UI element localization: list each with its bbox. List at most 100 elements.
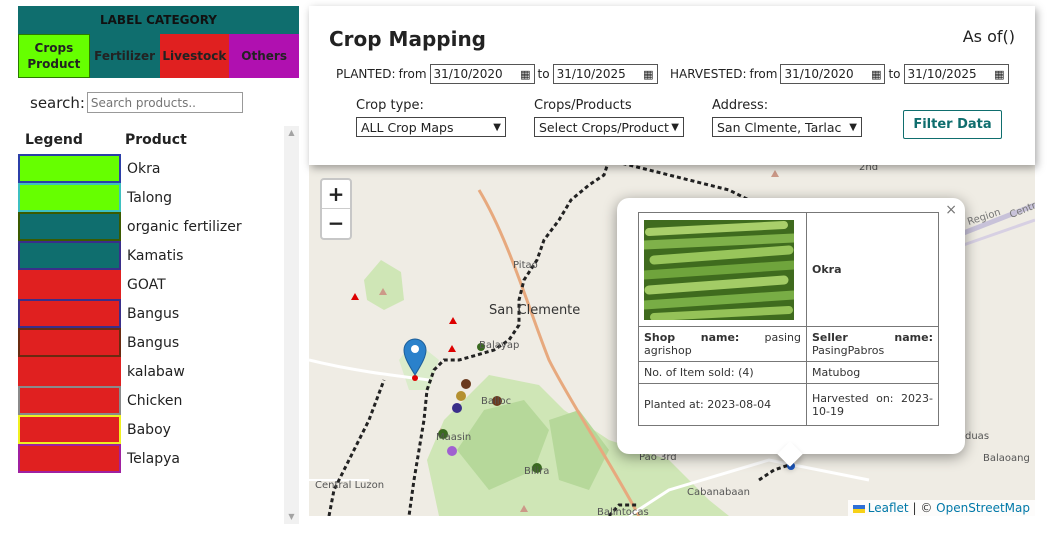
legend-swatch <box>18 415 121 444</box>
leaflet-link[interactable]: Leaflet <box>868 501 909 515</box>
harvested-to-input[interactable]: 31/10/2025 ▦ <box>903 64 1009 84</box>
legend-swatch <box>18 241 121 270</box>
map-label-cabanabaan: Cabanabaan <box>687 487 750 498</box>
scroll-up-icon[interactable]: ▲ <box>284 126 299 140</box>
crops-products-label: Crops/Products <box>534 98 632 113</box>
map-label-duas: duas <box>965 431 990 442</box>
legend-product-name: GOAT <box>127 276 166 293</box>
map-label-balaoang: Balaoang <box>983 453 1030 464</box>
legend-column-header: Legend <box>25 132 83 148</box>
legend-item[interactable]: Talong <box>18 183 284 212</box>
legend-swatch <box>18 328 121 357</box>
attribution-separator: | <box>912 501 917 515</box>
popup-shop: Shop name: pasing agrishop <box>638 326 807 362</box>
legend-product-name: Talong <box>127 189 173 206</box>
category-others[interactable]: Others <box>229 34 299 78</box>
legend-product-name: Telapya <box>127 450 181 467</box>
calendar-icon: ▦ <box>994 67 1005 81</box>
popup-seller-label: Seller name: <box>812 331 933 344</box>
ukraine-flag-icon <box>852 504 865 513</box>
legend-swatch <box>18 212 121 241</box>
map-zoom-control: + − <box>320 178 352 240</box>
crop-type-select[interactable]: ALL Crop Maps ▼ <box>356 117 506 137</box>
okra-image <box>644 219 794 320</box>
legend-item[interactable]: Baboy <box>18 415 284 444</box>
category-tabs: Crops Product Fertilizer Livestock Other… <box>18 34 299 78</box>
filter-data-button[interactable]: Filter Data <box>903 110 1002 139</box>
harvested-label: HARVESTED: <box>670 67 747 81</box>
legend-product-name: Bangus <box>127 305 180 322</box>
calendar-icon: ▦ <box>871 67 882 81</box>
planted-from-input[interactable]: 31/10/2020 ▦ <box>429 64 535 84</box>
search-row: search: <box>30 92 243 113</box>
map-label-balintocas: Balintocas <box>597 507 649 516</box>
address-label: Address: <box>712 98 769 113</box>
legend-product-name: Bangus <box>127 334 180 351</box>
planted-date-range: PLANTED: from 31/10/2020 ▦ to 31/10/2025 ▦ <box>336 64 658 84</box>
legend-item[interactable]: Telapya <box>18 444 284 473</box>
legend-swatch <box>18 444 121 473</box>
map-label-maasin: Maasin <box>436 432 472 443</box>
map-attribution: Leaflet | © OpenStreetMap <box>847 500 1035 516</box>
chevron-down-icon: ▼ <box>493 121 501 133</box>
popup-location: Matubog <box>806 361 939 384</box>
attribution-copyright: © <box>920 501 933 515</box>
calendar-icon: ▦ <box>643 67 654 81</box>
filter-card: Crop Mapping As of() PLANTED: from 31/10… <box>309 6 1035 165</box>
page-title: Crop Mapping <box>329 27 487 51</box>
scroll-down-icon[interactable]: ▼ <box>284 510 299 524</box>
crop-type-label: Crop type: <box>356 98 424 113</box>
harvested-date-range: HARVESTED: from 31/10/2020 ▦ to 31/10/202… <box>670 64 1009 84</box>
legend-item[interactable]: Bangus <box>18 299 284 328</box>
legend-scrollbar[interactable]: ▲ ▼ <box>284 126 299 524</box>
category-crops-product[interactable]: Crops Product <box>18 34 90 78</box>
calendar-icon: ▦ <box>520 67 531 81</box>
harvested-to-label: to <box>888 67 901 81</box>
legend-item[interactable]: Okra <box>18 154 284 183</box>
popup-close-icon[interactable]: × <box>945 202 957 218</box>
harvested-from-input[interactable]: 31/10/2020 ▦ <box>780 64 886 84</box>
search-label: search: <box>30 93 85 112</box>
popup-seller-value: PasingPabros <box>812 344 885 357</box>
popup-planted: Planted at: 2023-08-04 <box>638 383 807 426</box>
category-livestock[interactable]: Livestock <box>159 34 230 78</box>
legend-item[interactable]: kalabaw <box>18 357 284 386</box>
search-input[interactable] <box>86 92 243 113</box>
planted-to-input[interactable]: 31/10/2025 ▦ <box>552 64 658 84</box>
harvested-from-label: from <box>749 67 778 81</box>
legend-item[interactable]: Chicken <box>18 386 284 415</box>
planted-from-label: from <box>398 67 427 81</box>
product-popup: × Okra Shop name: pasing agrishop Seller… <box>617 198 965 467</box>
legend-swatch <box>18 270 121 299</box>
legend-product-name: Okra <box>127 160 161 177</box>
legend-swatch <box>18 183 121 212</box>
popup-items-sold: No. of Item sold: (4) <box>638 361 807 384</box>
popup-shop-label: Shop name: <box>644 331 740 344</box>
legend-product-name: organic fertilizer <box>127 218 242 235</box>
osm-link[interactable]: OpenStreetMap <box>936 501 1030 515</box>
legend-product-name: Chicken <box>127 392 183 409</box>
legend-item[interactable]: Kamatis <box>18 241 284 270</box>
legend-item[interactable]: Bangus <box>18 328 284 357</box>
legend-swatch <box>18 154 121 183</box>
legend-list: Okra Talong organic fertilizer Kamatis GOAT B… <box>18 154 284 473</box>
map-label-pitao: Pitao <box>513 260 538 271</box>
map-label-balayap: Balayap <box>479 340 520 351</box>
zoom-in-button[interactable]: + <box>322 180 350 209</box>
map-label-balloc: Balloc <box>481 396 512 407</box>
map-label-san-clemente: San Clemente <box>489 303 581 318</box>
map-label-central-luzon: Central Luzon <box>315 480 385 491</box>
crops-products-select[interactable]: Select Crops/Products ▼ <box>534 117 684 137</box>
legend-swatch <box>18 357 121 386</box>
product-column-header: Product <box>125 132 187 148</box>
legend-item[interactable]: GOAT <box>18 270 284 299</box>
planted-to-label: to <box>537 67 550 81</box>
zoom-out-button[interactable]: − <box>322 209 350 238</box>
popup-product-name: Okra <box>806 212 939 327</box>
popup-seller: Seller name: PasingPabros <box>806 326 939 362</box>
address-select[interactable]: San Clmente, Tarlac ▼ <box>712 117 862 137</box>
planted-label: PLANTED: <box>336 67 396 81</box>
legend-product-name: Baboy <box>127 421 171 438</box>
category-fertilizer[interactable]: Fertilizer <box>89 34 160 78</box>
legend-item[interactable]: organic fertilizer <box>18 212 284 241</box>
